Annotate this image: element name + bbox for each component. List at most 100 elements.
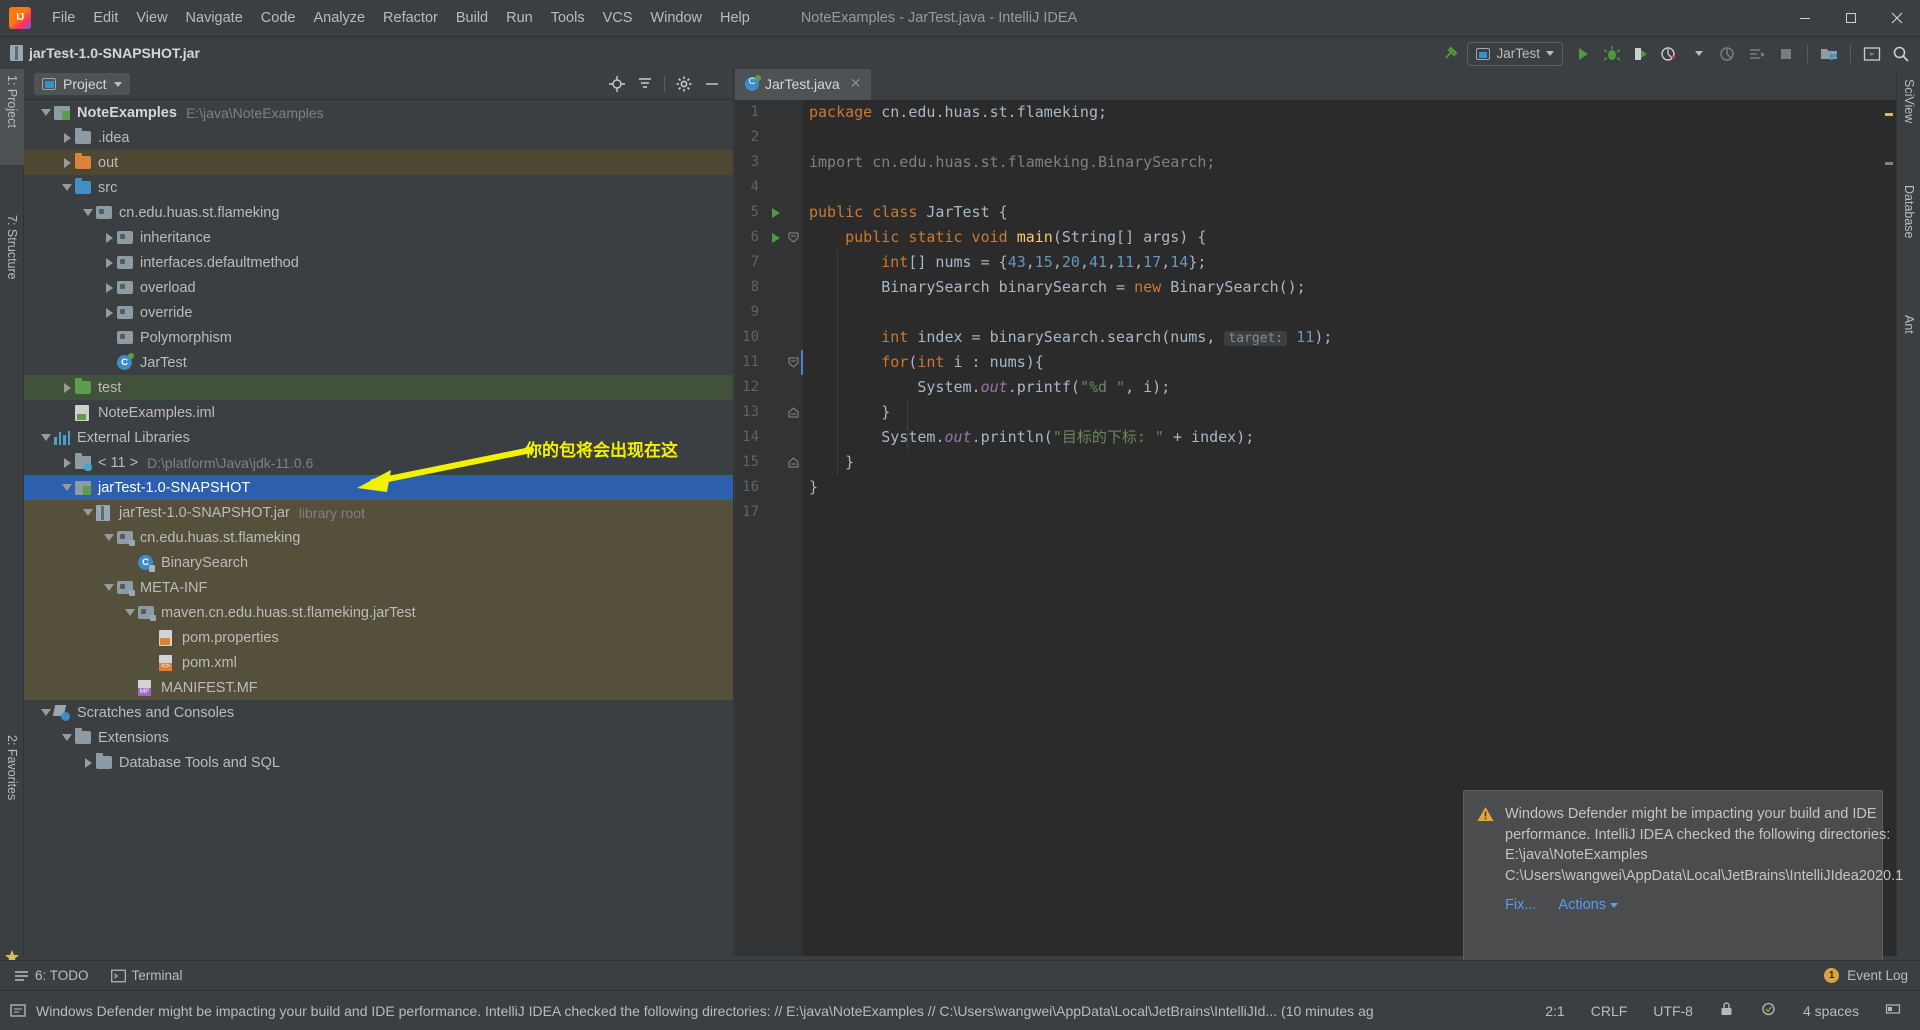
sidebar-item-sciview[interactable]: SciView	[1897, 73, 1920, 153]
menu-item-run[interactable]: Run	[497, 6, 542, 30]
chevron-down-icon[interactable]	[122, 605, 138, 621]
sidebar-item-structure[interactable]: 7: Structure	[0, 209, 24, 321]
gutter-run-icon[interactable]	[769, 225, 783, 250]
chevron-down-icon[interactable]	[80, 505, 96, 521]
tree-node-maven-dir[interactable]: maven.cn.edu.huas.st.flameking.jarTest	[24, 600, 733, 625]
chevron-down-icon[interactable]	[38, 105, 54, 121]
tab-jartest-java[interactable]: JarTest.java ✕	[735, 69, 872, 100]
tree-node-metainf[interactable]: META-INF	[24, 575, 733, 600]
settings-gear-icon[interactable]	[671, 71, 697, 97]
search-everywhere-icon[interactable]	[1888, 41, 1914, 67]
sidebar-item-favorites[interactable]: 2: Favorites	[0, 729, 24, 841]
minimize-button[interactable]	[1782, 0, 1828, 36]
fix-link[interactable]: Fix...	[1505, 897, 1536, 913]
sidebar-item-project[interactable]: 1: Project	[0, 69, 24, 165]
run-icon[interactable]	[1570, 41, 1596, 67]
tree-node-idea[interactable]: .idea	[24, 125, 733, 150]
fold-collapse-icon[interactable]	[787, 225, 799, 250]
bottom-item-terminal[interactable]: Terminal	[103, 965, 191, 986]
hide-panel-icon[interactable]	[699, 71, 725, 97]
menu-item-help[interactable]: Help	[711, 6, 759, 30]
breadcrumb[interactable]: jarTest-1.0-SNAPSHOT.jar	[10, 45, 200, 61]
run-configuration-selector[interactable]: JarTest	[1467, 41, 1563, 66]
chevron-down-icon[interactable]	[38, 430, 54, 446]
tree-node-polymorphism[interactable]: Polymorphism	[24, 325, 733, 350]
indent-setting[interactable]: 4 spaces	[1798, 1001, 1864, 1021]
caret-position[interactable]: 2:1	[1540, 1001, 1569, 1021]
tree-node-dbtools[interactable]: Database Tools and SQL	[24, 750, 733, 775]
chevron-down-icon[interactable]	[59, 180, 75, 196]
chevron-right-icon[interactable]	[101, 255, 117, 271]
menu-item-tools[interactable]: Tools	[542, 6, 594, 30]
chevron-right-icon[interactable]	[59, 380, 75, 396]
chevron-down-icon[interactable]	[101, 580, 117, 596]
chevron-right-icon[interactable]	[59, 455, 75, 471]
chevron-down-icon[interactable]	[38, 705, 54, 721]
build-hammer-icon[interactable]	[1438, 41, 1464, 67]
chevron-right-icon[interactable]	[59, 155, 75, 171]
tree-node-noteexamples[interactable]: NoteExamples E:\java\NoteExamples	[24, 100, 733, 125]
status-message[interactable]: Windows Defender might be impacting your…	[36, 1003, 1374, 1019]
status-warning-icon[interactable]	[10, 1003, 26, 1019]
tree-node-jar-pkg[interactable]: cn.edu.huas.st.flameking	[24, 525, 733, 550]
sidebar-item-database[interactable]: Database	[1897, 179, 1920, 271]
chevron-right-icon[interactable]	[101, 305, 117, 321]
tree-node-iml[interactable]: NoteExamples.iml	[24, 400, 733, 425]
tree-node-manifest[interactable]: MANIFEST.MF	[24, 675, 733, 700]
event-log-label[interactable]: Event Log	[1847, 968, 1908, 983]
updates-icon[interactable]	[1859, 41, 1885, 67]
actions-link[interactable]: Actions	[1558, 897, 1618, 913]
tree-node-test[interactable]: test	[24, 375, 733, 400]
tree-node-src[interactable]: src	[24, 175, 733, 200]
tree-node-pom-properties[interactable]: pom.properties	[24, 625, 733, 650]
fold-expand-icon[interactable]	[787, 400, 799, 425]
project-view-selector[interactable]: Project	[34, 73, 130, 95]
menu-item-refactor[interactable]: Refactor	[374, 6, 447, 30]
tree-node-override[interactable]: override	[24, 300, 733, 325]
run-with-coverage-icon[interactable]	[1628, 41, 1654, 67]
stop-icon[interactable]	[1773, 41, 1799, 67]
menu-item-analyze[interactable]: Analyze	[304, 6, 374, 30]
close-icon[interactable]: ✕	[850, 75, 862, 92]
profiler-icon[interactable]	[1657, 41, 1683, 67]
inspections-icon[interactable]	[1755, 999, 1782, 1022]
file-encoding[interactable]: UTF-8	[1648, 1001, 1698, 1021]
warning-marker[interactable]	[1885, 113, 1893, 116]
gutter-run-icon[interactable]	[769, 200, 783, 225]
notification-balloon[interactable]: Windows Defender might be impacting your…	[1463, 790, 1903, 972]
profiler-dropdown-icon[interactable]	[1686, 41, 1712, 67]
chevron-down-icon[interactable]	[59, 730, 75, 746]
chevron-down-icon[interactable]	[59, 480, 75, 496]
tree-node-interfaces[interactable]: interfaces.defaultmethod	[24, 250, 733, 275]
bottom-item-todo[interactable]: 6: TODO	[6, 965, 97, 986]
tree-node-pom-xml[interactable]: pom.xml	[24, 650, 733, 675]
tree-node-out[interactable]: out	[24, 150, 733, 175]
chevron-right-icon[interactable]	[80, 755, 96, 771]
fold-expand-icon[interactable]	[787, 450, 799, 475]
chevron-down-icon[interactable]	[80, 205, 96, 221]
maximize-button[interactable]	[1828, 0, 1874, 36]
menu-item-build[interactable]: Build	[447, 6, 497, 30]
collapse-all-icon[interactable]	[632, 71, 658, 97]
tree-node-pkg-root[interactable]: cn.edu.huas.st.flameking	[24, 200, 733, 225]
menu-item-navigate[interactable]: Navigate	[177, 6, 252, 30]
menu-item-window[interactable]: Window	[641, 6, 711, 30]
chevron-right-icon[interactable]	[101, 230, 117, 246]
chevron-down-icon[interactable]	[101, 530, 117, 546]
fold-collapse-icon[interactable]	[787, 350, 799, 375]
tree-node-scratches[interactable]: Scratches and Consoles	[24, 700, 733, 725]
close-button[interactable]	[1874, 0, 1920, 36]
menu-item-view[interactable]: View	[127, 6, 176, 30]
sidebar-item-ant[interactable]: Ant	[1897, 309, 1920, 361]
chevron-right-icon[interactable]	[59, 130, 75, 146]
menu-item-vcs[interactable]: VCS	[594, 6, 642, 30]
tree-node-jartest-jar[interactable]: jarTest-1.0-SNAPSHOT.jar library root	[24, 500, 733, 525]
menu-item-file[interactable]: File	[43, 6, 84, 30]
info-marker[interactable]	[1885, 162, 1893, 165]
line-separator[interactable]: CRLF	[1586, 1001, 1633, 1021]
read-only-lock-icon[interactable]	[1714, 999, 1739, 1022]
locate-icon[interactable]	[604, 71, 630, 97]
tree-node-inheritance[interactable]: inheritance	[24, 225, 733, 250]
tree-node-jartest-class[interactable]: JarTest	[24, 350, 733, 375]
tree-node-extensions[interactable]: Extensions	[24, 725, 733, 750]
